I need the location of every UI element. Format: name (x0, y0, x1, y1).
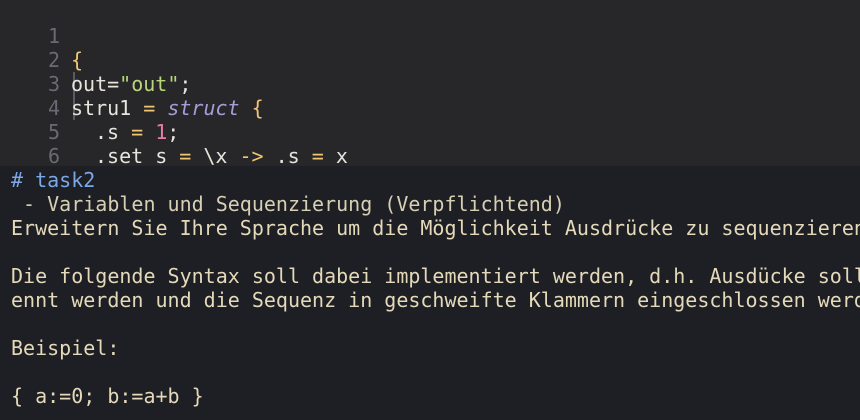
terminal-window: 1 { 2 out="out"; 3 stru1 = struct { 4 .s… (0, 0, 860, 420)
preview-example-code: { a:=0; b:=a+b } (11, 384, 204, 408)
preview-subheading: - Variablen und Sequenzierung (Verpflich… (11, 192, 565, 216)
code-line-6[interactable]: 6 }; (0, 120, 860, 166)
code-line-5[interactable]: 5 .set_s = \x -> .s = x (0, 96, 860, 166)
preview-paragraph-2-line-1: Die folgende Syntax soll dabei implement… (11, 264, 860, 288)
code-line-4[interactable]: 4 .s = 1; (0, 72, 860, 144)
code-line-3[interactable]: 3 stru1 = struct { (0, 48, 860, 120)
preview-example-label: Beispiel: (11, 336, 120, 360)
code-line-7[interactable]: 7 # task2 (0, 142, 860, 166)
code-line-2[interactable]: 2 out="out"; (0, 24, 860, 96)
preview-paragraph-1: Erweitern Sie Ihre Sprache um die Möglic… (11, 216, 860, 240)
preview-heading: # task2 (11, 168, 96, 192)
code-editor-pane[interactable]: 1 { 2 out="out"; 3 stru1 = struct { 4 .s… (0, 0, 860, 166)
markdown-preview-pane[interactable]: # task2 - Variablen und Sequenzierung (V… (0, 166, 860, 420)
code-line-1[interactable]: 1 { (0, 0, 860, 72)
preview-paragraph-2-line-2: ennt werden und die Sequenz in geschweif… (11, 288, 860, 312)
